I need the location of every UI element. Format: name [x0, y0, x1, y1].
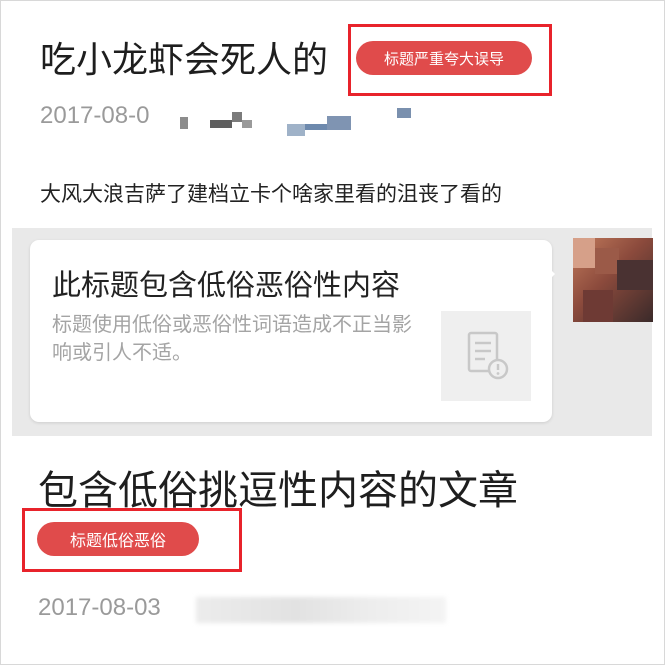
document-warning-icon — [467, 331, 509, 380]
publish-date: 2017-08-0 — [40, 102, 150, 129]
tooltip-title: 此标题包含低俗恶俗性内容 — [52, 268, 401, 302]
publish-date-2: 2017-08-03 — [38, 594, 161, 621]
article-title[interactable]: 吃小龙虾会死人的 — [40, 38, 328, 84]
title-tag-badge-2: 标题低俗恶俗 — [37, 522, 199, 556]
article-thumbnail[interactable] — [573, 238, 653, 322]
article-excerpt: 大风大浪吉萨了建档立卡个啥家里看的沮丧了看的 — [40, 182, 502, 206]
tooltip-description: 标题使用低俗或恶俗性词语造成不正当影响或引人不适。 — [52, 312, 412, 364]
title-tag-badge: 标题严重夸大误导 — [356, 41, 532, 75]
tooltip-icon-box — [441, 311, 531, 401]
tooltip-arrow — [544, 263, 555, 285]
